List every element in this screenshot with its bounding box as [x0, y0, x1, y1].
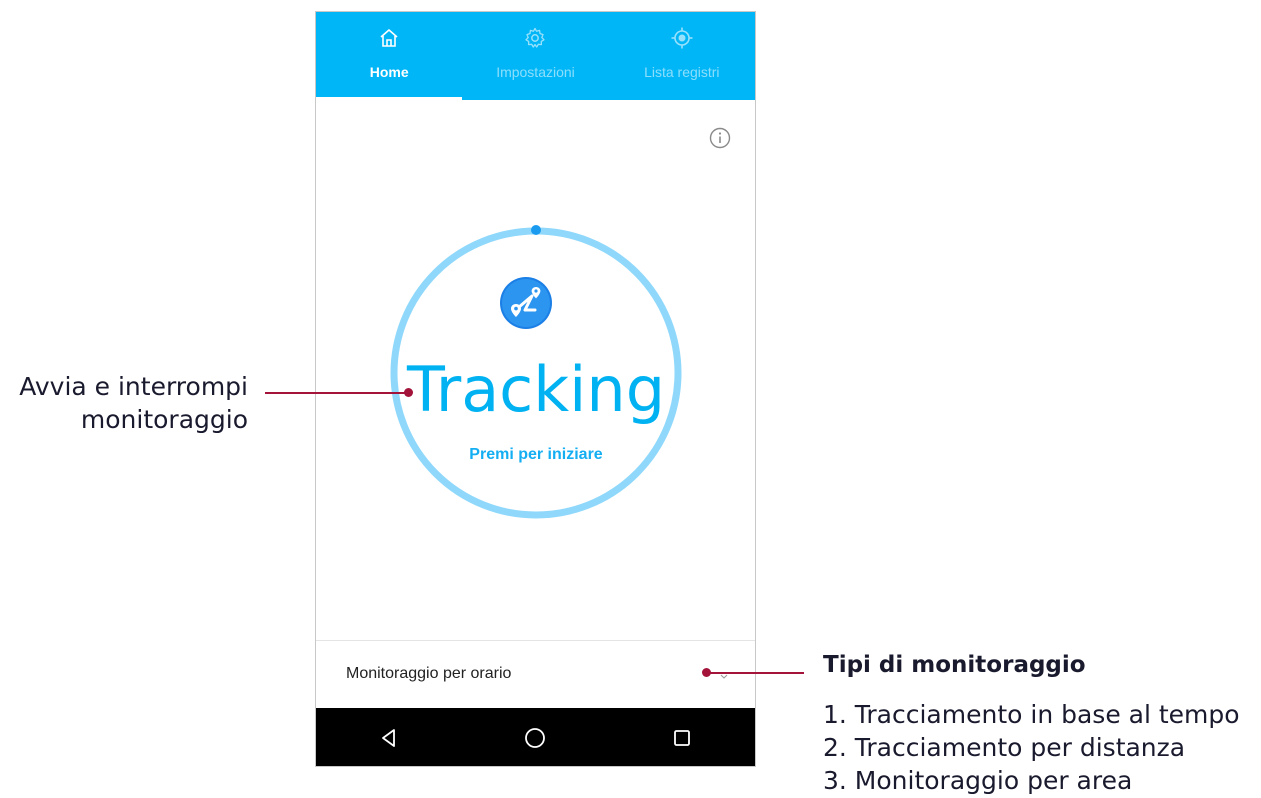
recents-square-icon — [673, 730, 690, 746]
tab-label: Impostazioni — [496, 64, 575, 80]
tab-home[interactable]: Home — [316, 12, 463, 100]
callout-start-stop: Avvia e interrompi monitoraggio — [0, 370, 248, 436]
tracking-mode-selector[interactable]: Monitoraggio per orario — [316, 641, 755, 708]
phone-screen: Home Impostazioni Lista registri Trackin… — [315, 11, 756, 767]
callout-title: Tipi di monitoraggio — [823, 652, 1086, 678]
tracking-title: Tracking — [406, 353, 666, 426]
nav-recents-button[interactable] — [652, 716, 712, 760]
dropdown-caret-icon — [720, 674, 728, 679]
tab-settings[interactable]: Impostazioni — [462, 12, 608, 100]
list-item: 2. Tracciamento per distanza — [823, 733, 1186, 762]
home-icon — [380, 29, 398, 47]
tracking-subtitle: Premi per iniziare — [469, 446, 603, 463]
back-icon — [382, 729, 396, 747]
location-target-icon — [671, 27, 693, 49]
active-tab-indicator — [316, 97, 463, 100]
list-item: 1. Tracciamento in base al tempo — [823, 700, 1240, 729]
home-circle-icon — [525, 728, 546, 748]
nav-home-button[interactable] — [505, 716, 565, 760]
tab-label: Home — [369, 64, 409, 80]
top-tab-bar: Home Impostazioni Lista registri — [316, 12, 755, 100]
tracking-start-button[interactable]: Tracking Premi per iniziare — [386, 223, 686, 523]
tracking-mode-value: Monitoraggio per orario — [346, 665, 512, 682]
tab-label: Lista registri — [644, 64, 720, 80]
callout-text: Avvia e interrompi — [19, 372, 248, 401]
gear-icon — [525, 27, 546, 48]
callout-connector — [706, 672, 804, 674]
android-nav-bar — [316, 708, 755, 766]
callout-text: monitoraggio — [80, 405, 248, 434]
tab-logs[interactable]: Lista registri — [609, 12, 755, 100]
callout-connector — [265, 392, 408, 394]
callout-dot — [404, 388, 413, 397]
callout-tracking-types-list: 1. Tracciamento in base al tempo 2. Trac… — [823, 698, 1240, 797]
nav-back-button[interactable] — [359, 716, 419, 760]
app-logo-icon — [500, 277, 552, 329]
list-item: 3. Monitoraggio per area — [823, 766, 1133, 795]
info-icon[interactable] — [708, 126, 732, 150]
